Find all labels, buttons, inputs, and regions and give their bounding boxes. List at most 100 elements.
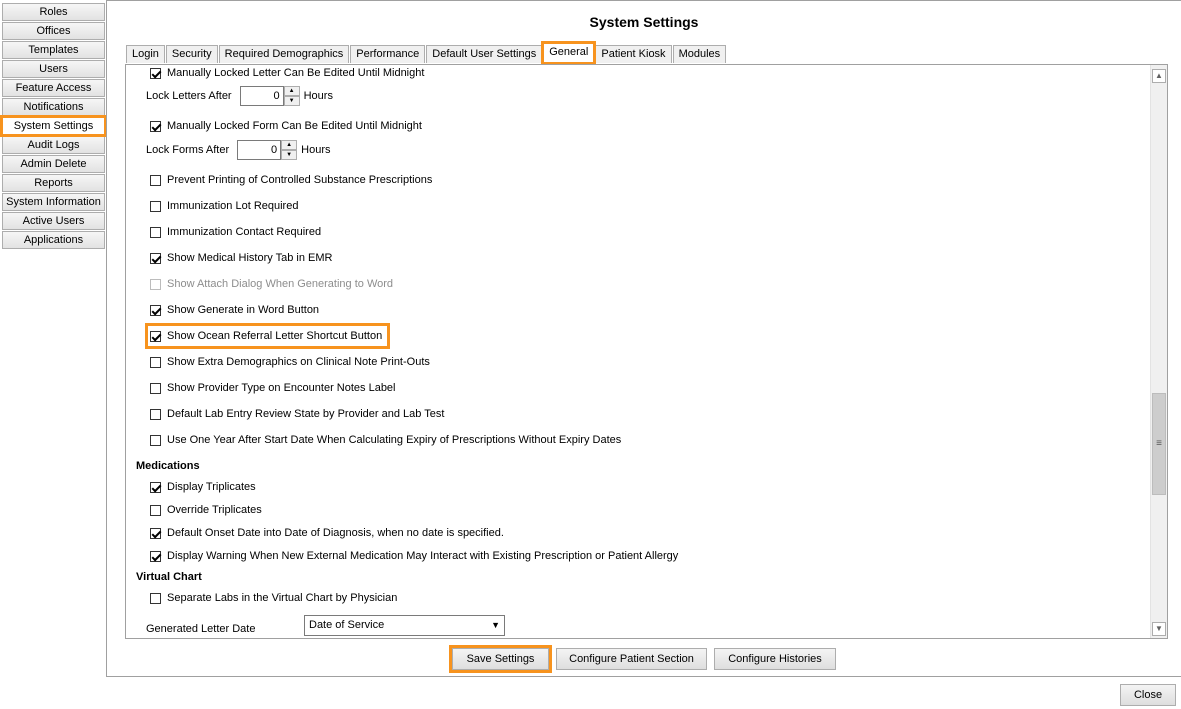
setting-lock-letter-edit[interactable]: Manually Locked Letter Can Be Edited Unt…	[150, 65, 424, 81]
checkbox[interactable]	[150, 174, 161, 186]
checkbox[interactable]	[150, 252, 161, 264]
setting-lock-forms-after: Lock Forms After 0 ▲ ▼ Hours	[146, 139, 330, 161]
setting-display-warning[interactable]: Display Warning When New External Medica…	[150, 548, 678, 564]
setting-label: Override Triplicates	[167, 504, 262, 516]
setting-lock-form-edit[interactable]: Manually Locked Form Can Be Edited Until…	[150, 118, 422, 134]
setting-label: Lock Forms After	[146, 144, 230, 156]
tab-modules[interactable]: Modules	[672, 45, 727, 63]
virtual-chart-heading: Virtual Chart	[136, 571, 202, 583]
close-button[interactable]: Close	[1120, 684, 1176, 706]
generated-letter-date-select[interactable]: Date of Service ▼	[304, 615, 505, 636]
settings-tabs: Login Security Required Demographics Per…	[126, 41, 727, 65]
checkbox[interactable]	[150, 434, 161, 446]
setting-label: Show Attach Dialog When Generating to Wo…	[167, 278, 394, 290]
tab-security[interactable]: Security	[165, 45, 218, 63]
scroll-up-icon[interactable]: ▲	[1152, 69, 1166, 83]
setting-label: Immunization Lot Required	[167, 200, 299, 212]
tab-patient-kiosk[interactable]: Patient Kiosk	[595, 45, 672, 63]
nav-notifications[interactable]: Notifications	[2, 98, 105, 116]
lock-forms-stepper[interactable]: 0 ▲ ▼	[237, 140, 298, 160]
spin-up-icon[interactable]: ▲	[281, 140, 298, 150]
checkbox[interactable]	[150, 504, 161, 516]
setting-label: Prevent Printing of Controlled Substance…	[167, 174, 433, 186]
setting-label: Manually Locked Form Can Be Edited Until…	[167, 120, 422, 132]
save-settings-button[interactable]: Save Settings	[449, 645, 552, 673]
page-title: System Settings	[589, 14, 699, 30]
setting-label: Display Triplicates	[167, 481, 256, 493]
setting-override-triplicates[interactable]: Override Triplicates	[150, 502, 262, 518]
nav-admin-delete[interactable]: Admin Delete	[2, 155, 105, 173]
medications-heading: Medications	[136, 460, 200, 472]
setting-display-triplicates[interactable]: Display Triplicates	[150, 479, 256, 495]
nav-active-users[interactable]: Active Users	[2, 212, 105, 230]
lock-letters-stepper[interactable]: 0 ▲ ▼	[239, 86, 300, 106]
scroll-down-icon[interactable]: ▼	[1152, 622, 1166, 636]
setting-show-extra-demographics[interactable]: Show Extra Demographics on Clinical Note…	[150, 354, 430, 370]
tab-login[interactable]: Login	[126, 45, 165, 63]
checkbox	[150, 278, 161, 290]
nav-roles[interactable]: Roles	[2, 3, 105, 21]
checkbox[interactable]	[150, 67, 161, 79]
setting-label: Use One Year After Start Date When Calcu…	[167, 434, 622, 446]
checkbox[interactable]	[150, 356, 161, 368]
tab-general[interactable]: General	[541, 41, 597, 65]
scroll-thumb[interactable]: ≡	[1152, 393, 1166, 495]
generated-letter-date-label: Generated Letter Date	[146, 623, 256, 635]
configure-histories-button[interactable]: Configure Histories	[714, 648, 836, 670]
lock-letters-input[interactable]: 0	[239, 86, 284, 106]
setting-label: Show Ocean Referral Letter Shortcut Butt…	[167, 330, 383, 342]
checkbox[interactable]	[150, 592, 161, 604]
tab-performance[interactable]: Performance	[350, 45, 426, 63]
checkbox[interactable]	[150, 408, 161, 420]
checkbox[interactable]	[150, 382, 161, 394]
nav-applications[interactable]: Applications	[2, 231, 105, 249]
checkbox[interactable]	[150, 200, 161, 212]
checkbox[interactable]	[150, 120, 161, 132]
setting-one-year-expiry[interactable]: Use One Year After Start Date When Calcu…	[150, 432, 621, 448]
spin-up-icon[interactable]: ▲	[283, 86, 300, 96]
setting-prevent-printing[interactable]: Prevent Printing of Controlled Substance…	[150, 172, 432, 188]
setting-separate-labs[interactable]: Separate Labs in the Virtual Chart by Ph…	[150, 590, 397, 606]
nav-system-settings[interactable]: System Settings	[0, 115, 107, 137]
setting-label: Display Warning When New External Medica…	[167, 550, 679, 562]
setting-show-generate-word[interactable]: Show Generate in Word Button	[150, 302, 319, 318]
setting-label: Immunization Contact Required	[167, 226, 322, 238]
setting-show-ocean-referral[interactable]: Show Ocean Referral Letter Shortcut Butt…	[144, 323, 391, 349]
setting-show-medical-history[interactable]: Show Medical History Tab in EMR	[150, 250, 332, 266]
nav-users[interactable]: Users	[2, 60, 105, 78]
setting-show-attach-dialog: Show Attach Dialog When Generating to Wo…	[150, 276, 393, 292]
setting-default-onset[interactable]: Default Onset Date into Date of Diagnosi…	[150, 525, 504, 541]
setting-immunization-contact[interactable]: Immunization Contact Required	[150, 224, 321, 240]
setting-lock-letters-after: Lock Letters After 0 ▲ ▼ Hours	[146, 85, 333, 107]
lock-forms-input[interactable]: 0	[237, 140, 282, 160]
select-value: Date of Service	[309, 619, 385, 631]
nav-system-information[interactable]: System Information	[2, 193, 105, 211]
checkbox[interactable]	[150, 527, 161, 539]
vertical-scrollbar[interactable]: ▲ ≡ ▼	[1150, 65, 1167, 638]
nav-audit-logs[interactable]: Audit Logs	[2, 136, 105, 154]
setting-label: Show Medical History Tab in EMR	[167, 252, 333, 264]
setting-label: Show Extra Demographics on Clinical Note…	[167, 356, 430, 368]
setting-immunization-lot[interactable]: Immunization Lot Required	[150, 198, 298, 214]
setting-label: Show Provider Type on Encounter Notes La…	[167, 382, 396, 394]
checkbox[interactable]	[150, 330, 161, 342]
setting-label: Default Lab Entry Review State by Provid…	[167, 408, 445, 420]
tab-required-demographics[interactable]: Required Demographics	[218, 45, 350, 63]
tab-default-user-settings[interactable]: Default User Settings	[426, 45, 543, 63]
nav-reports[interactable]: Reports	[2, 174, 105, 192]
checkbox[interactable]	[150, 550, 161, 562]
checkbox[interactable]	[150, 304, 161, 316]
spin-down-icon[interactable]: ▼	[283, 96, 300, 106]
spin-down-icon[interactable]: ▼	[281, 150, 298, 160]
setting-show-provider-type[interactable]: Show Provider Type on Encounter Notes La…	[150, 380, 396, 396]
nav-offices[interactable]: Offices	[2, 22, 105, 40]
unit-label: Hours	[303, 90, 333, 102]
checkbox[interactable]	[150, 226, 161, 238]
nav-feature-access[interactable]: Feature Access	[2, 79, 105, 97]
nav-templates[interactable]: Templates	[2, 41, 105, 59]
setting-label: Default Onset Date into Date of Diagnosi…	[167, 527, 504, 539]
configure-patient-section-button[interactable]: Configure Patient Section	[556, 648, 707, 670]
setting-default-lab-review[interactable]: Default Lab Entry Review State by Provid…	[150, 406, 444, 422]
checkbox[interactable]	[150, 481, 161, 493]
setting-label: Show Generate in Word Button	[167, 304, 320, 316]
